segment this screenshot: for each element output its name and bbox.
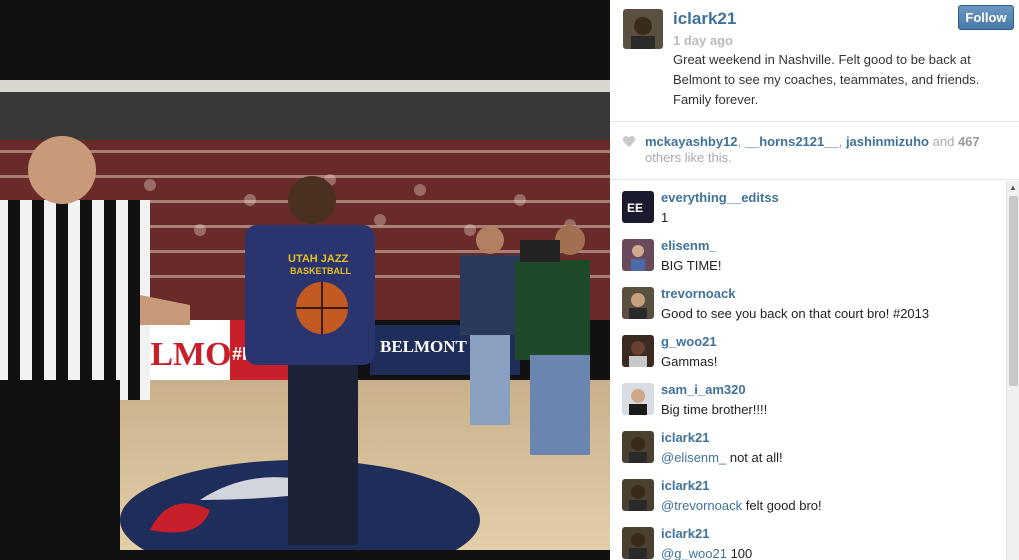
owner-avatar[interactable] [623, 9, 663, 49]
photo-viewer: BELMONT #ItsB BELMONT [0, 0, 610, 560]
likes-count[interactable]: 467 [958, 134, 980, 149]
post-photo[interactable]: BELMONT #ItsB BELMONT [0, 80, 610, 550]
comment-mention[interactable]: @g_woo21 [661, 546, 727, 560]
commenter-avatar[interactable] [622, 239, 654, 271]
comment-body: felt good bro! [742, 498, 822, 513]
commenter-avatar[interactable] [622, 287, 654, 319]
likes-suffix: others like this. [645, 150, 732, 165]
likes-section: mckayashby12, __horns2121__, jashinmizuh… [610, 122, 1019, 180]
comment-item: iclark21 @g_woo21 100 [610, 517, 1006, 560]
likes-summary: mckayashby12, __horns2121__, jashinmizuh… [645, 134, 980, 165]
comment-text: 1 [661, 210, 669, 225]
comment-username[interactable]: iclark21 [661, 478, 709, 493]
heart-icon[interactable] [622, 135, 636, 151]
comment-body: not at all! [726, 450, 783, 465]
comment-item: EE everything__editss 1 [610, 181, 1006, 229]
comment-text: BIG TIME! [661, 258, 722, 273]
comment-username[interactable]: everything__editss [661, 190, 779, 205]
comment-text: Big time brother!!!! [661, 402, 768, 417]
commenter-avatar[interactable] [622, 479, 654, 511]
commenter-avatar[interactable]: EE [622, 191, 654, 223]
comment-item: iclark21 @trevornoack felt good bro! [610, 469, 1006, 517]
comment-username[interactable]: iclark21 [661, 526, 709, 541]
comment-username[interactable]: trevornoack [661, 286, 735, 301]
commenter-avatar[interactable] [622, 431, 654, 463]
shirt-text-2: BASKETBALL [290, 266, 351, 276]
comments-scrollbar[interactable]: ▲ [1006, 181, 1019, 560]
svg-text:EE: EE [627, 201, 643, 215]
comment-item: iclark21 @elisenm_ not at all! [610, 421, 1006, 469]
follow-button[interactable]: Follow [958, 5, 1014, 30]
comment-text: @g_woo21 100 [661, 546, 752, 560]
comment-text: Good to see you back on that court bro! … [661, 306, 930, 321]
comment-text: @elisenm_ not at all! [661, 450, 783, 465]
arrow-up-icon[interactable]: ▲ [1009, 183, 1017, 192]
comment-text: Gammas! [661, 354, 718, 369]
comment-body: 100 [726, 546, 753, 560]
scrollbar-thumb[interactable] [1009, 196, 1018, 386]
comment-username[interactable]: g_woo21 [661, 334, 717, 349]
comment-mention[interactable]: @elisenm_ [661, 450, 726, 465]
comment-item: g_woo21 Gammas! [610, 325, 1006, 373]
commenter-avatar[interactable] [622, 335, 654, 367]
comment-mention[interactable]: @trevornoack [661, 498, 742, 513]
liker-link[interactable]: __horns2121__ [745, 134, 839, 149]
comments-list: EE everything__editss 1 elisenm_ BIG TIM… [610, 181, 1006, 560]
liker-link[interactable]: jashinmizuho [846, 134, 929, 149]
comment-username[interactable]: iclark21 [661, 430, 709, 445]
post-caption: Great weekend in Nashville. Felt good to… [673, 52, 980, 107]
shirt-text-1: UTAH JAZZ [288, 253, 349, 265]
commenter-avatar[interactable] [622, 383, 654, 415]
commenter-avatar[interactable] [622, 527, 654, 559]
comment-username[interactable]: elisenm_ [661, 238, 717, 253]
banner-belmont-right: BELMONT [380, 337, 468, 356]
liker-link[interactable]: mckayashby12 [645, 134, 738, 149]
comment-item: sam_i_am320 Big time brother!!!! [610, 373, 1006, 421]
likes-and: and [932, 134, 955, 149]
comment-username[interactable]: sam_i_am320 [661, 382, 746, 397]
comment-text: @trevornoack felt good bro! [661, 498, 822, 513]
comment-item: elisenm_ BIG TIME! [610, 229, 1006, 277]
post-header: iclark21 1 day ago Great weekend in Nash… [610, 0, 1019, 122]
post-timestamp[interactable]: 1 day ago [673, 33, 733, 48]
comment-item: trevornoack Good to see you back on that… [610, 277, 1006, 325]
owner-username[interactable]: iclark21 [673, 9, 736, 29]
post-details-panel: iclark21 1 day ago Great weekend in Nash… [610, 0, 1019, 560]
